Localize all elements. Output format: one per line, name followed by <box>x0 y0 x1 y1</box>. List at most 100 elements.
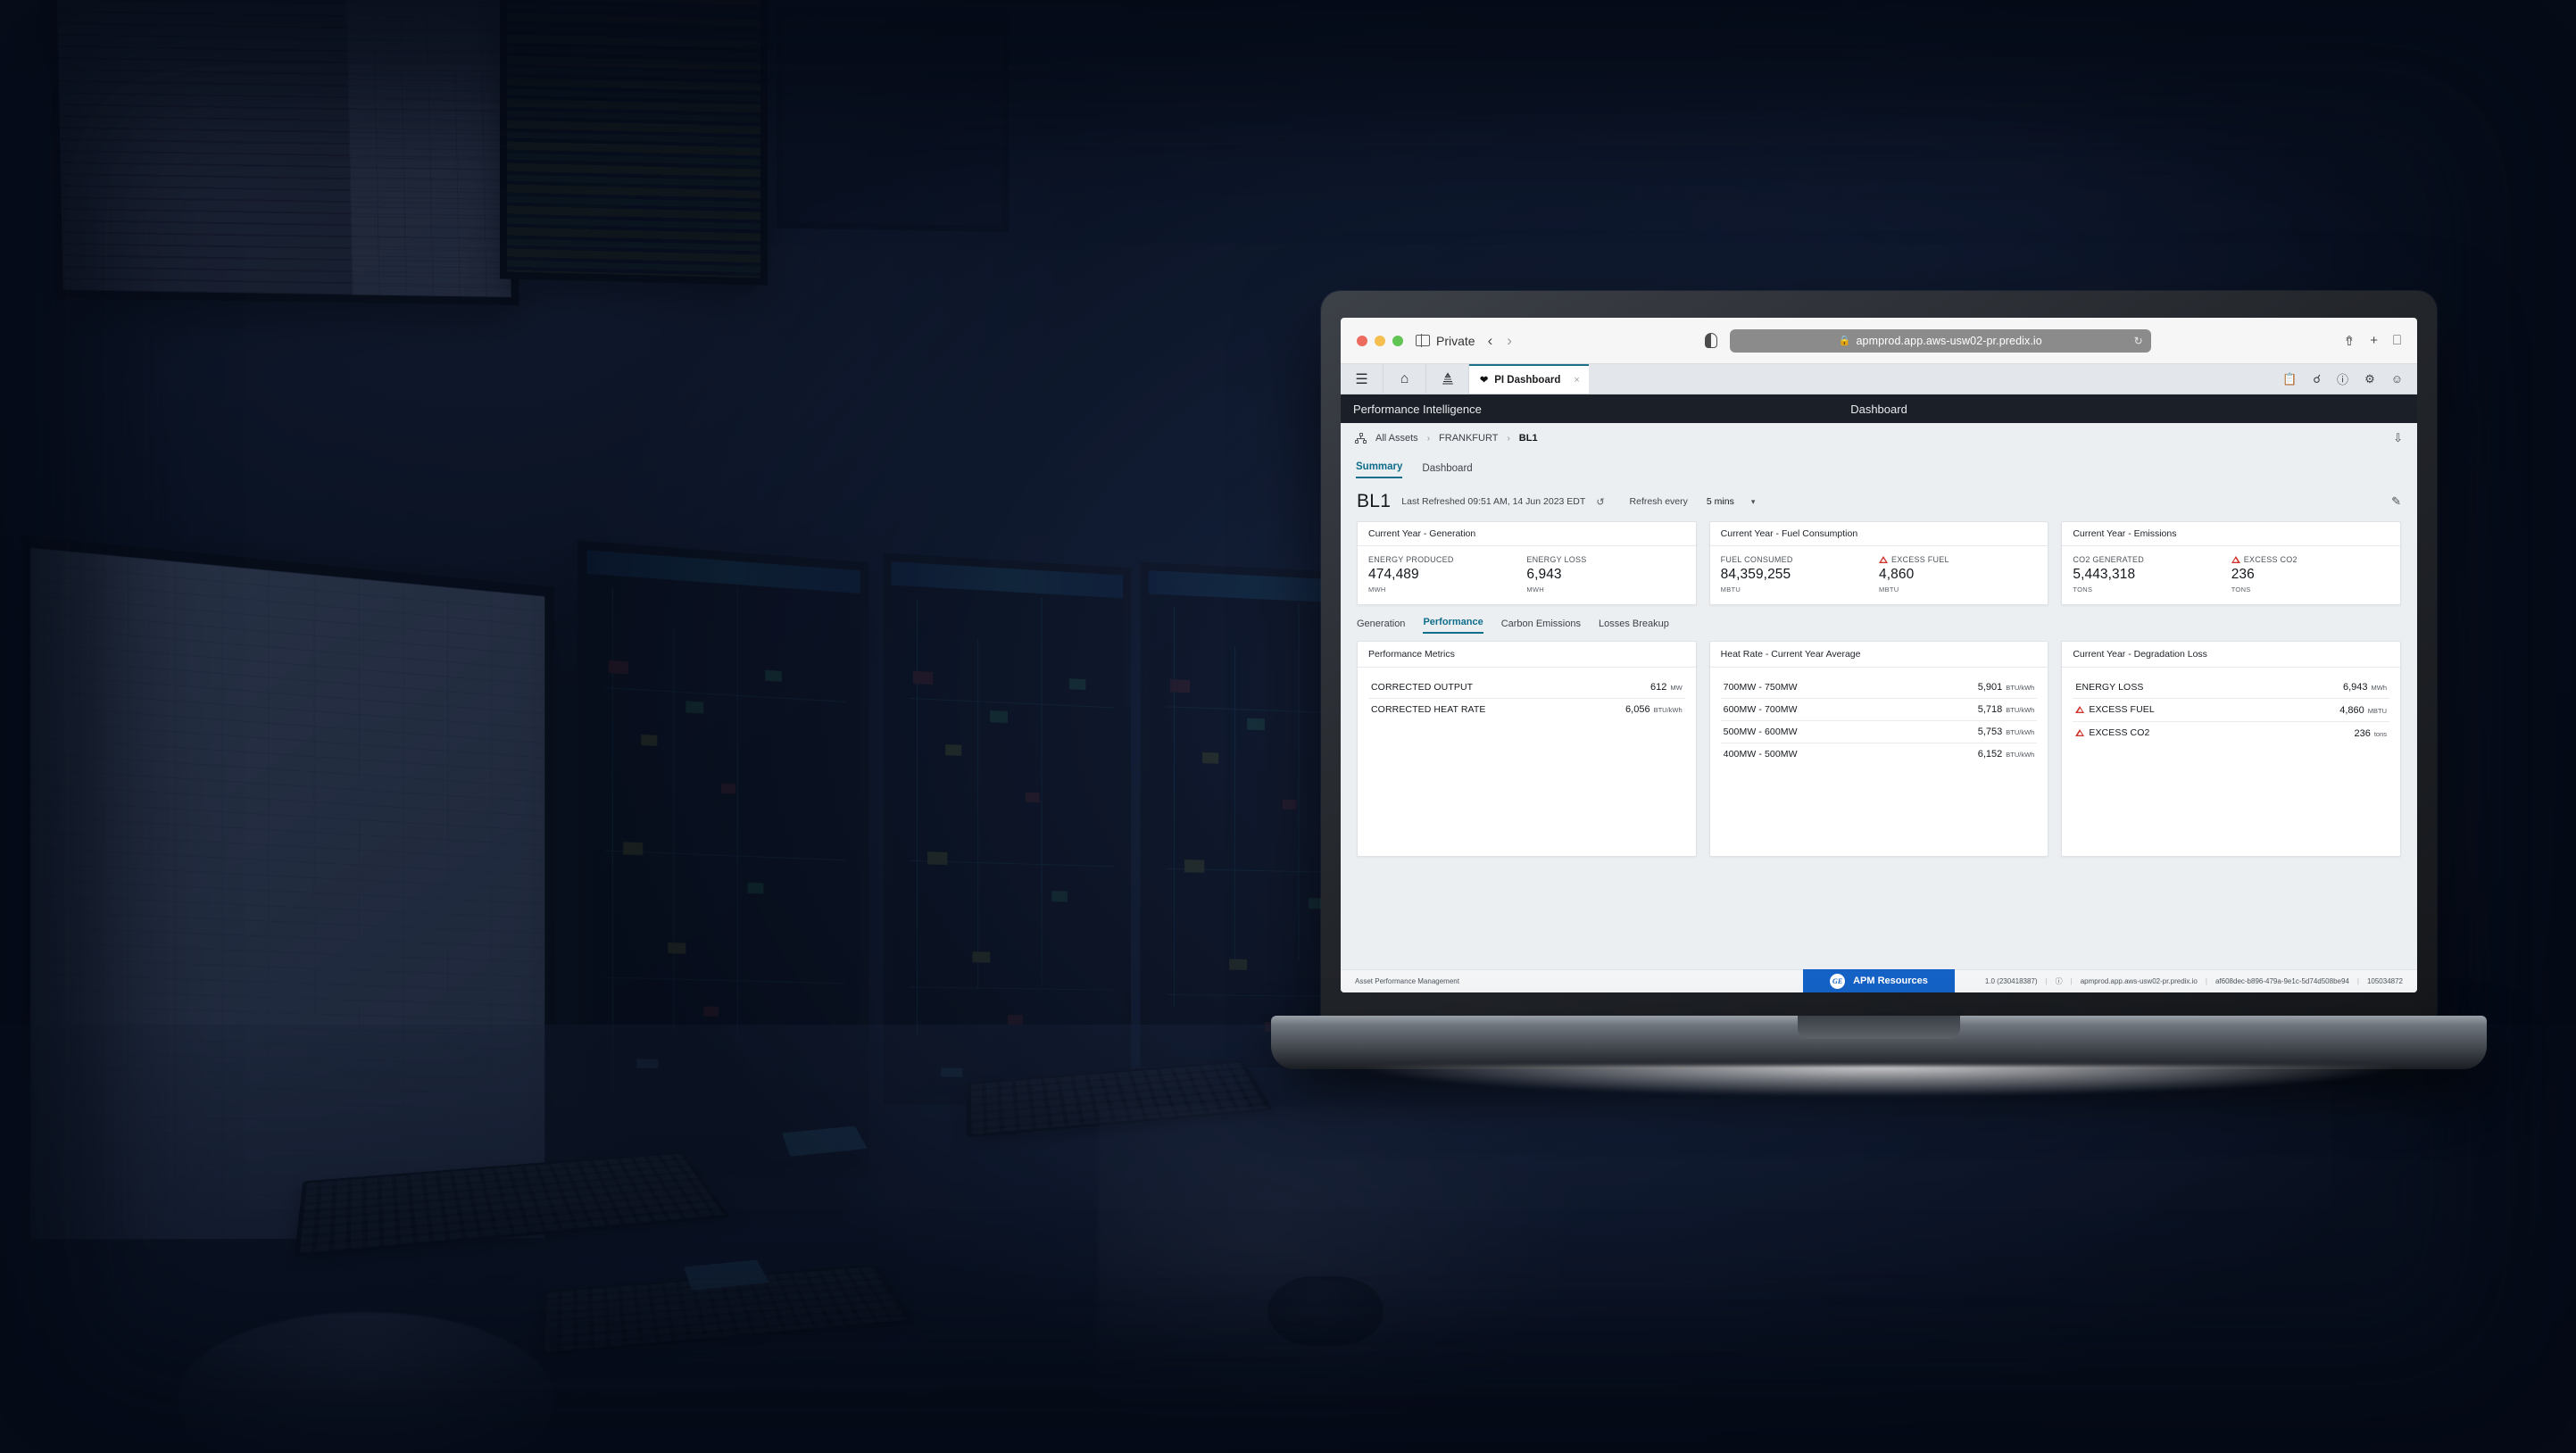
subtab-carbon-emissions[interactable]: Carbon Emissions <box>1501 619 1581 634</box>
sub-tabs: Generation Performance Carbon Emissions … <box>1341 605 2417 634</box>
report-add-icon[interactable]: 📋 <box>2282 372 2297 386</box>
share-icon[interactable]: ⇮ <box>2344 333 2356 349</box>
table-row: CORRECTED HEAT RATE 6,056 BTU/kWh <box>1368 699 1685 720</box>
laptop-screen: Private ‹ › 🔒 apmprod.app.aws-usw02-pr.p… <box>1341 318 2417 992</box>
row-value: 5,718 <box>1977 704 2003 715</box>
home-button[interactable]: ⌂ <box>1384 364 1426 394</box>
info-icon[interactable]: ⓘ <box>2056 976 2063 986</box>
row-value: 236 <box>2354 728 2371 739</box>
row-unit: BTU/kWh <box>2006 684 2035 692</box>
card-title: Current Year - Emissions <box>2062 522 2401 546</box>
private-mode-indicator[interactable]: Private <box>1416 334 1475 348</box>
reload-icon[interactable]: ↻ <box>2134 335 2143 347</box>
chevron-down-icon[interactable]: ▾ <box>1751 497 1756 507</box>
show-tabs-icon[interactable]: ⎕ <box>2393 333 2401 348</box>
breadcrumb-item-frankfurt[interactable]: FRANKFURT <box>1439 433 1498 444</box>
browser-tab-pi-dashboard[interactable]: ❤ PI Dashboard × <box>1469 364 1589 394</box>
edit-pencil-icon[interactable]: ✎ <box>2391 494 2401 509</box>
tab-summary[interactable]: Summary <box>1356 461 1403 478</box>
gear-icon[interactable]: ⚙ <box>2364 372 2375 386</box>
breadcrumb-separator: › <box>1507 433 1510 444</box>
panel-title: Performance Metrics <box>1358 642 1696 668</box>
minimize-window-button[interactable] <box>1375 335 1385 346</box>
refresh-interval-value[interactable]: 5 mins <box>1707 496 1734 507</box>
row-unit: BTU/kWh <box>2006 751 2035 759</box>
menu-button[interactable]: ☰ <box>1341 364 1384 394</box>
laptop-lid: Private ‹ › 🔒 apmprod.app.aws-usw02-pr.p… <box>1321 291 2437 1023</box>
card-current-year-emissions: Current Year - Emissions CO2 GENERATED 5… <box>2061 521 2402 605</box>
apm-resources-label: APM Resources <box>1853 976 1928 986</box>
row-label: 400MW - 500MW <box>1723 749 1798 760</box>
laptop-base <box>1271 1016 2487 1069</box>
panel-row: Performance Metrics CORRECTED OUTPUT 612… <box>1341 634 2417 857</box>
maximize-window-button[interactable] <box>1392 335 1403 346</box>
row-unit: MWh <box>2371 684 2388 692</box>
metric-label: ENERGY PRODUCED <box>1368 555 1454 564</box>
laptop-base-glow <box>1366 1066 2392 1096</box>
close-window-button[interactable] <box>1357 335 1367 346</box>
new-tab-icon[interactable]: + <box>2370 333 2378 348</box>
panel-title: Current Year - Degradation Loss <box>2062 642 2401 668</box>
metric-value: 84,359,255 <box>1720 567 1791 582</box>
subtab-generation[interactable]: Generation <box>1357 619 1405 634</box>
forward-icon[interactable]: › <box>1507 332 1512 350</box>
card-title: Current Year - Generation <box>1358 522 1696 546</box>
subtab-performance[interactable]: Performance <box>1423 617 1483 634</box>
table-row: 500MW - 600MW 5,753 BTU/kWh <box>1720 721 2038 743</box>
heart-pulse-icon: ❤ <box>1480 375 1489 386</box>
breadcrumb-item-bl1[interactable]: BL1 <box>1519 433 1538 444</box>
page-title: BL1 <box>1357 491 1392 511</box>
sidebar-icon[interactable] <box>1416 334 1430 347</box>
private-label: Private <box>1436 333 1475 348</box>
tab-label: PI Dashboard <box>1494 374 1561 386</box>
metric-excess-co2: EXCESS CO2 236 TONS <box>2231 555 2389 594</box>
metric-label: ENERGY LOSS <box>1526 555 1587 564</box>
table-row: 400MW - 500MW 6,152 BTU/kWh <box>1721 743 2038 765</box>
hierarchy-icon <box>1355 433 1367 444</box>
row-unit: MW <box>1670 684 1683 692</box>
address-bar[interactable]: 🔒 apmprod.app.aws-usw02-pr.predix.io ↻ <box>1729 328 2151 353</box>
navigation-buttons[interactable]: ‹ › <box>1488 332 1512 350</box>
row-value: 4,860 <box>2339 705 2364 716</box>
refresh-icon[interactable]: ↺ <box>1596 496 1604 508</box>
metric-value: 6,943 <box>1526 567 1562 582</box>
row-label: ENERGY LOSS <box>2075 682 2144 693</box>
asset-hierarchy-button[interactable] <box>1426 364 1469 394</box>
app-tab-actions[interactable]: 📋 ☌ ⓘ ⚙ ☺ <box>2282 364 2417 394</box>
ge-logo-icon: GE <box>1830 973 1846 989</box>
row-value: 6,056 <box>1625 704 1650 715</box>
window-controls[interactable] <box>1357 335 1403 346</box>
row-value: 6,152 <box>1977 749 2003 760</box>
search-icon[interactable]: ☌ <box>2313 372 2321 386</box>
row-label: EXCESS FUEL <box>2089 704 2155 715</box>
page-tabs: Summary Dashboard <box>1341 453 2417 478</box>
metric-excess-fuel: EXCESS FUEL 4,860 MBTU <box>1879 555 2037 594</box>
privacy-shield-icon[interactable] <box>1704 333 1717 348</box>
row-unit: BTU/kWh <box>1653 706 1683 714</box>
browser-actions[interactable]: ⇮ + ⎕ <box>2344 333 2401 349</box>
footer-host: apmprod.app.aws-usw02-pr.predix.io <box>2080 977 2198 985</box>
metric-unit: TONS <box>2231 585 2251 594</box>
browser-toolbar: Private ‹ › 🔒 apmprod.app.aws-usw02-pr.p… <box>1341 318 2417 364</box>
app-tab-strip: ☰ ⌂ ❤ PI Dashboard × 📋 ☌ ⓘ ⚙ ☺ <box>1341 364 2417 394</box>
row-label: EXCESS CO2 <box>2089 727 2150 738</box>
row-unit: MBTU <box>2367 707 2388 715</box>
subtab-losses-breakup[interactable]: Losses Breakup <box>1599 619 1669 634</box>
breadcrumb-separator: › <box>1426 433 1431 444</box>
close-tab-icon[interactable]: × <box>1574 375 1579 386</box>
back-icon[interactable]: ‹ <box>1488 332 1493 350</box>
warning-triangle-icon <box>2075 729 2085 736</box>
warning-triangle-icon <box>2231 556 2240 563</box>
footer-product-name: Asset Performance Management <box>1355 977 1459 985</box>
download-icon[interactable]: ⇩ <box>2393 431 2403 445</box>
url-text: apmprod.app.aws-usw02-pr.predix.io <box>1856 334 2042 347</box>
help-icon[interactable]: ⓘ <box>2337 370 2348 387</box>
refresh-every-label: Refresh every <box>1629 496 1688 507</box>
user-icon[interactable]: ☺ <box>2391 372 2403 386</box>
breadcrumb-item-all-assets[interactable]: All Assets <box>1375 433 1418 444</box>
tab-dashboard[interactable]: Dashboard <box>1422 463 1472 478</box>
apm-resources-button[interactable]: GE APM Resources <box>1803 969 1955 992</box>
metric-unit: MBTU <box>1720 585 1741 594</box>
metric-fuel-consumed: FUEL CONSUMED 84,359,255 MBTU <box>1721 555 1879 594</box>
table-row: 700MW - 750MW 5,901 BTU/kWh <box>1720 677 2038 699</box>
